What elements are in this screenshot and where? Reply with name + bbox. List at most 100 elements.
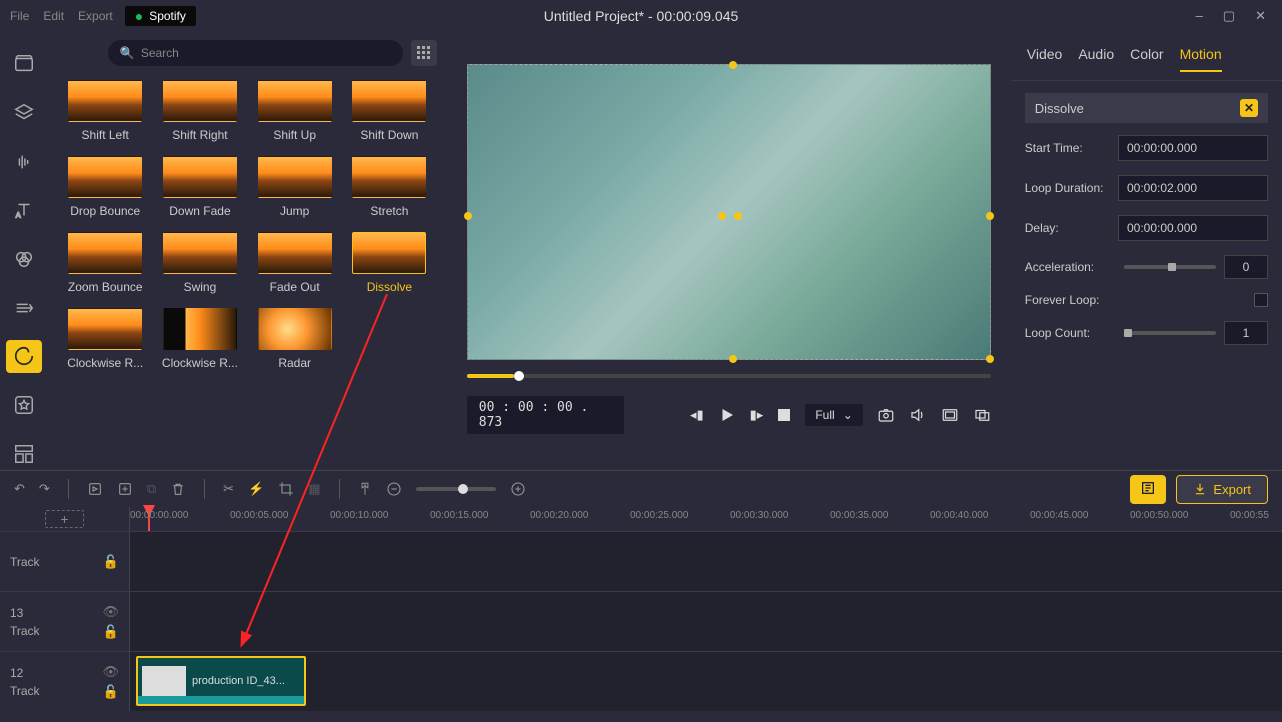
window-minimize-button[interactable]: –	[1196, 8, 1203, 24]
effect-thumbnail	[352, 80, 426, 122]
menu-file[interactable]: File	[10, 9, 29, 23]
lock-icon[interactable]: 🔓	[102, 684, 119, 700]
delete-button[interactable]	[170, 481, 186, 497]
window-close-button[interactable]: ✕	[1255, 8, 1266, 24]
window-maximize-button[interactable]: ▢	[1223, 8, 1235, 24]
snapshot-button[interactable]	[877, 406, 895, 424]
grid-view-toggle[interactable]	[411, 40, 437, 66]
export-button[interactable]: Export	[1176, 475, 1268, 504]
effect-item[interactable]: Drop Bounce	[62, 156, 149, 218]
search-input[interactable]: 🔍 Search	[108, 40, 403, 66]
track-header-12[interactable]: 12 Track 👁 🔓	[0, 652, 130, 711]
tab-video[interactable]: Video	[1027, 46, 1063, 72]
effect-item[interactable]: Down Fade	[157, 156, 244, 218]
fullscreen-button[interactable]	[973, 406, 991, 424]
favorites-icon[interactable]	[6, 389, 42, 422]
audio-icon[interactable]	[6, 145, 42, 178]
effect-item[interactable]: Radar	[251, 308, 338, 370]
play-button[interactable]	[718, 406, 736, 424]
link-button[interactable]: ⧉	[147, 481, 156, 497]
effect-item[interactable]: Fade Out	[251, 232, 338, 294]
forever-loop-checkbox[interactable]	[1254, 293, 1268, 307]
menu-export[interactable]: Export	[78, 9, 113, 23]
ruler-tick: 00:00:45.000	[1030, 510, 1088, 521]
time-display: 00 : 00 : 00 . 873	[467, 396, 624, 434]
delay-input[interactable]	[1118, 215, 1268, 241]
effect-thumbnail	[68, 80, 142, 122]
text-icon[interactable]: A	[6, 194, 42, 227]
effect-item[interactable]: Clockwise R...	[62, 308, 149, 370]
lock-icon[interactable]: 🔓	[102, 624, 119, 640]
track-content[interactable]	[130, 532, 1282, 591]
tab-audio[interactable]: Audio	[1078, 46, 1114, 72]
undo-button[interactable]: ↶	[14, 481, 25, 497]
start-time-input[interactable]	[1118, 135, 1268, 161]
effect-thumbnail	[258, 80, 332, 122]
effect-thumbnail	[163, 80, 237, 122]
remove-effect-button[interactable]: ✕	[1240, 99, 1258, 117]
acceleration-value[interactable]	[1224, 255, 1268, 279]
timeline-clip[interactable]: production ID_43...	[136, 656, 306, 706]
motion-effects-icon[interactable]	[6, 340, 42, 373]
effect-item[interactable]: Jump	[251, 156, 338, 218]
project-title: Untitled Project* - 00:00:09.045	[544, 8, 739, 24]
lock-icon[interactable]: 🔓	[103, 554, 119, 570]
effect-label: Zoom Bounce	[68, 280, 143, 294]
marker-button[interactable]	[358, 481, 372, 497]
add-track-button[interactable]: +	[45, 510, 83, 528]
transitions-icon[interactable]	[6, 291, 42, 324]
effect-item[interactable]: Stretch	[346, 156, 433, 218]
loop-count-slider[interactable]	[1124, 331, 1216, 335]
next-frame-button[interactable]: ▮▸	[750, 407, 764, 423]
preview-quality-select[interactable]: Full⌄	[805, 404, 862, 426]
menu-edit[interactable]: Edit	[43, 9, 64, 23]
scrub-bar[interactable]	[467, 374, 991, 378]
stop-button[interactable]	[777, 408, 791, 422]
ruler-tick: 00:00:05.000	[230, 510, 288, 521]
effect-item[interactable]: Swing	[157, 232, 244, 294]
render-button[interactable]	[1130, 475, 1166, 504]
zoom-out-button[interactable]	[386, 481, 402, 497]
media-library-icon[interactable]	[6, 48, 42, 81]
timeline-ruler[interactable]: 00:00:00.00000:00:05.00000:00:10.00000:0…	[130, 507, 1282, 531]
loop-count-value[interactable]	[1224, 321, 1268, 345]
preview-canvas[interactable]	[467, 64, 991, 360]
effect-item[interactable]: Shift Down	[346, 80, 433, 142]
layers-icon[interactable]	[6, 97, 42, 130]
track-content-12[interactable]: production ID_43...	[130, 652, 1282, 711]
ruler-tick: 00:00:15.000	[430, 510, 488, 521]
cut-button[interactable]: ✂	[223, 481, 234, 497]
speed-button[interactable]: ⚡	[248, 481, 264, 497]
tab-color[interactable]: Color	[1130, 46, 1163, 72]
mark-out-button[interactable]	[117, 481, 133, 497]
effect-item[interactable]: Shift Up	[251, 80, 338, 142]
zoom-slider[interactable]	[416, 487, 496, 491]
redo-button[interactable]: ↷	[39, 481, 50, 497]
tab-motion[interactable]: Motion	[1180, 46, 1222, 72]
visibility-icon[interactable]: 👁	[102, 664, 119, 680]
acceleration-slider[interactable]	[1124, 265, 1216, 269]
loop-duration-input[interactable]	[1118, 175, 1268, 201]
color-filters-icon[interactable]	[6, 243, 42, 276]
volume-button[interactable]	[909, 406, 927, 424]
crop-button[interactable]	[278, 481, 294, 497]
track-header[interactable]: Track 🔓	[0, 532, 130, 591]
effect-label: Drop Bounce	[70, 204, 140, 218]
visibility-icon[interactable]: 👁	[102, 604, 119, 620]
effect-item[interactable]: Clockwise R...	[157, 308, 244, 370]
templates-icon[interactable]	[6, 437, 42, 470]
track-header-13[interactable]: 13 Track 👁 🔓	[0, 592, 130, 651]
safe-zones-button[interactable]	[941, 406, 959, 424]
effects-panel: 🔍 Search Shift LeftShift RightShift UpSh…	[48, 32, 447, 470]
prev-frame-button[interactable]: ◂▮	[690, 407, 704, 423]
group-button[interactable]: ▦	[308, 481, 320, 497]
search-icon: 🔍	[120, 46, 135, 60]
track-content-13[interactable]	[130, 592, 1282, 651]
effect-item[interactable]: Dissolve	[346, 232, 433, 294]
chevron-down-icon: ⌄	[843, 408, 853, 422]
effect-item[interactable]: Shift Left	[62, 80, 149, 142]
zoom-in-button[interactable]	[510, 481, 526, 497]
mark-in-button[interactable]	[87, 481, 103, 497]
effect-item[interactable]: Shift Right	[157, 80, 244, 142]
effect-item[interactable]: Zoom Bounce	[62, 232, 149, 294]
